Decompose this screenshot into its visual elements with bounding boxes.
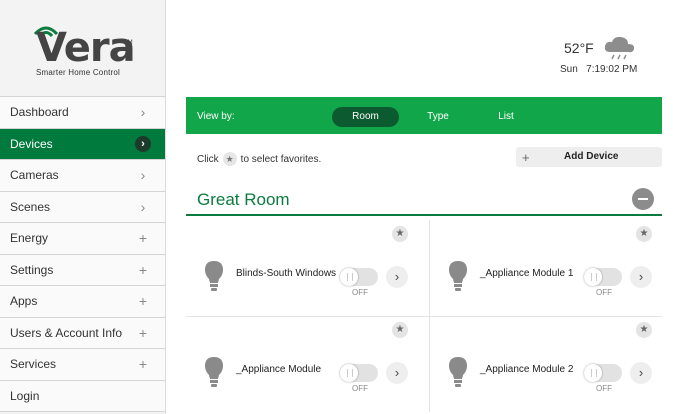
sidebar-item-login[interactable]: Login — [0, 380, 165, 412]
room-title: Great Room — [197, 190, 290, 209]
weather-datetime: Sun 7:19:02 PM — [560, 64, 637, 75]
sidebar-item-apps[interactable]: Apps + — [0, 286, 165, 318]
favorite-star-icon[interactable]: ★ — [636, 322, 652, 338]
plus-icon: + — [138, 261, 148, 278]
brand-tagline: Smarter Home Control — [36, 68, 121, 77]
device-state: OFF — [352, 384, 368, 393]
device-power-toggle[interactable] — [584, 268, 622, 286]
toggle-knob — [584, 268, 602, 286]
sidebar-nav: Dashboard › Devices › Cameras › Scenes ›… — [0, 96, 165, 412]
plus-icon: + — [138, 230, 148, 247]
view-option-list[interactable]: List — [478, 107, 534, 127]
star-icon: ★ — [222, 152, 237, 166]
device-state: OFF — [596, 384, 612, 393]
sidebar-item-users-account-info[interactable]: Users & Account Info + — [0, 317, 165, 349]
sidebar-item-devices[interactable]: Devices › — [0, 128, 165, 160]
device-card: ★ _Appliance Module OFF › — [186, 316, 420, 412]
view-by-label: View by: — [197, 111, 235, 122]
weather-day: Sun — [560, 64, 578, 75]
chevron-right-icon: › — [140, 104, 146, 121]
toggle-knob — [340, 268, 358, 286]
toggle-knob — [584, 364, 602, 382]
sidebar-item-label: Services — [10, 357, 57, 372]
sidebar-item-label: Dashboard — [10, 105, 69, 120]
light-bulb-icon — [205, 357, 223, 387]
sidebar-item-label: Settings — [10, 262, 54, 277]
device-state: OFF — [596, 288, 612, 297]
trademark-mark: TM — [124, 40, 133, 46]
weather-time: 7:19:02 PM — [586, 64, 638, 75]
room-divider — [186, 214, 662, 216]
sidebar-item-services[interactable]: Services + — [0, 349, 165, 381]
chevron-right-icon: › — [135, 135, 151, 152]
hint-text-before: Click — [197, 153, 219, 165]
sidebar-item-label: Devices — [10, 136, 53, 151]
device-name: Blinds-South Windows — [236, 268, 337, 279]
cloud-rain-icon — [604, 36, 635, 60]
device-power-toggle[interactable] — [340, 364, 378, 382]
favorite-star-icon[interactable]: ★ — [392, 226, 408, 242]
sidebar-item-settings[interactable]: Settings + — [0, 254, 165, 286]
sidebar-item-cameras[interactable]: Cameras › — [0, 160, 165, 192]
favorites-hint: Click ★ to select favorites. — [197, 152, 321, 166]
sidebar-item-scenes[interactable]: Scenes › — [0, 191, 165, 223]
view-option-type[interactable]: Type — [410, 107, 466, 127]
plus-icon: + — [138, 356, 148, 373]
chevron-right-icon: › — [140, 167, 146, 184]
view-by-bar: View by: Room Type List — [186, 97, 662, 134]
favorite-star-icon[interactable]: ★ — [636, 226, 652, 242]
chevron-right-icon[interactable]: › — [386, 362, 408, 384]
plus-icon: + — [522, 150, 530, 165]
device-card: ★ _Appliance Module 2 OFF › — [430, 316, 664, 412]
weather-widget: 52°F Sun 7:19:02 PM — [540, 34, 650, 78]
light-bulb-icon — [449, 357, 467, 387]
add-device-button[interactable]: + Add Device — [516, 147, 662, 167]
plus-icon: + — [138, 324, 148, 341]
device-power-toggle[interactable] — [340, 268, 378, 286]
sidebar-item-dashboard[interactable]: Dashboard › — [0, 97, 165, 129]
sidebar: Vera TM Smarter Home Control Dashboard ›… — [0, 0, 166, 414]
device-card: ★ _Appliance Module 1 OFF › — [430, 220, 664, 316]
chevron-right-icon: › — [140, 198, 146, 215]
favorite-star-icon[interactable]: ★ — [392, 322, 408, 338]
hint-text-after: to select favorites. — [240, 153, 322, 165]
sidebar-item-label: Energy — [10, 231, 49, 246]
temperature: 52°F — [564, 40, 594, 56]
sidebar-item-label: Scenes — [10, 199, 51, 214]
device-power-toggle[interactable] — [584, 364, 622, 382]
collapse-room-button[interactable] — [632, 188, 654, 210]
view-option-room[interactable]: Room — [332, 107, 399, 127]
sidebar-item-energy[interactable]: Energy + — [0, 223, 165, 255]
chevron-right-icon[interactable]: › — [386, 266, 408, 288]
device-name: _Appliance Module 2 — [480, 364, 574, 375]
brand-name: Vera — [36, 25, 136, 71]
light-bulb-icon — [449, 261, 467, 291]
device-card: ★ Blinds-South Windows OFF › — [186, 220, 420, 316]
add-device-label: Add Device — [564, 151, 619, 162]
device-name: _Appliance Module — [236, 364, 322, 375]
device-name: _Appliance Module 1 — [480, 268, 574, 279]
device-state: OFF — [352, 288, 368, 297]
light-bulb-icon — [205, 261, 223, 291]
sidebar-item-label: Cameras — [10, 168, 59, 183]
sidebar-item-label: Apps — [10, 294, 38, 309]
sidebar-item-label: Users & Account Info — [10, 325, 123, 340]
toggle-knob — [340, 364, 358, 382]
vera-logo[interactable]: Vera TM Smarter Home Control — [0, 0, 165, 96]
chevron-right-icon[interactable]: › — [630, 362, 652, 384]
sidebar-item-label: Login — [10, 388, 40, 403]
plus-icon: + — [138, 293, 148, 310]
chevron-right-icon[interactable]: › — [630, 266, 652, 288]
